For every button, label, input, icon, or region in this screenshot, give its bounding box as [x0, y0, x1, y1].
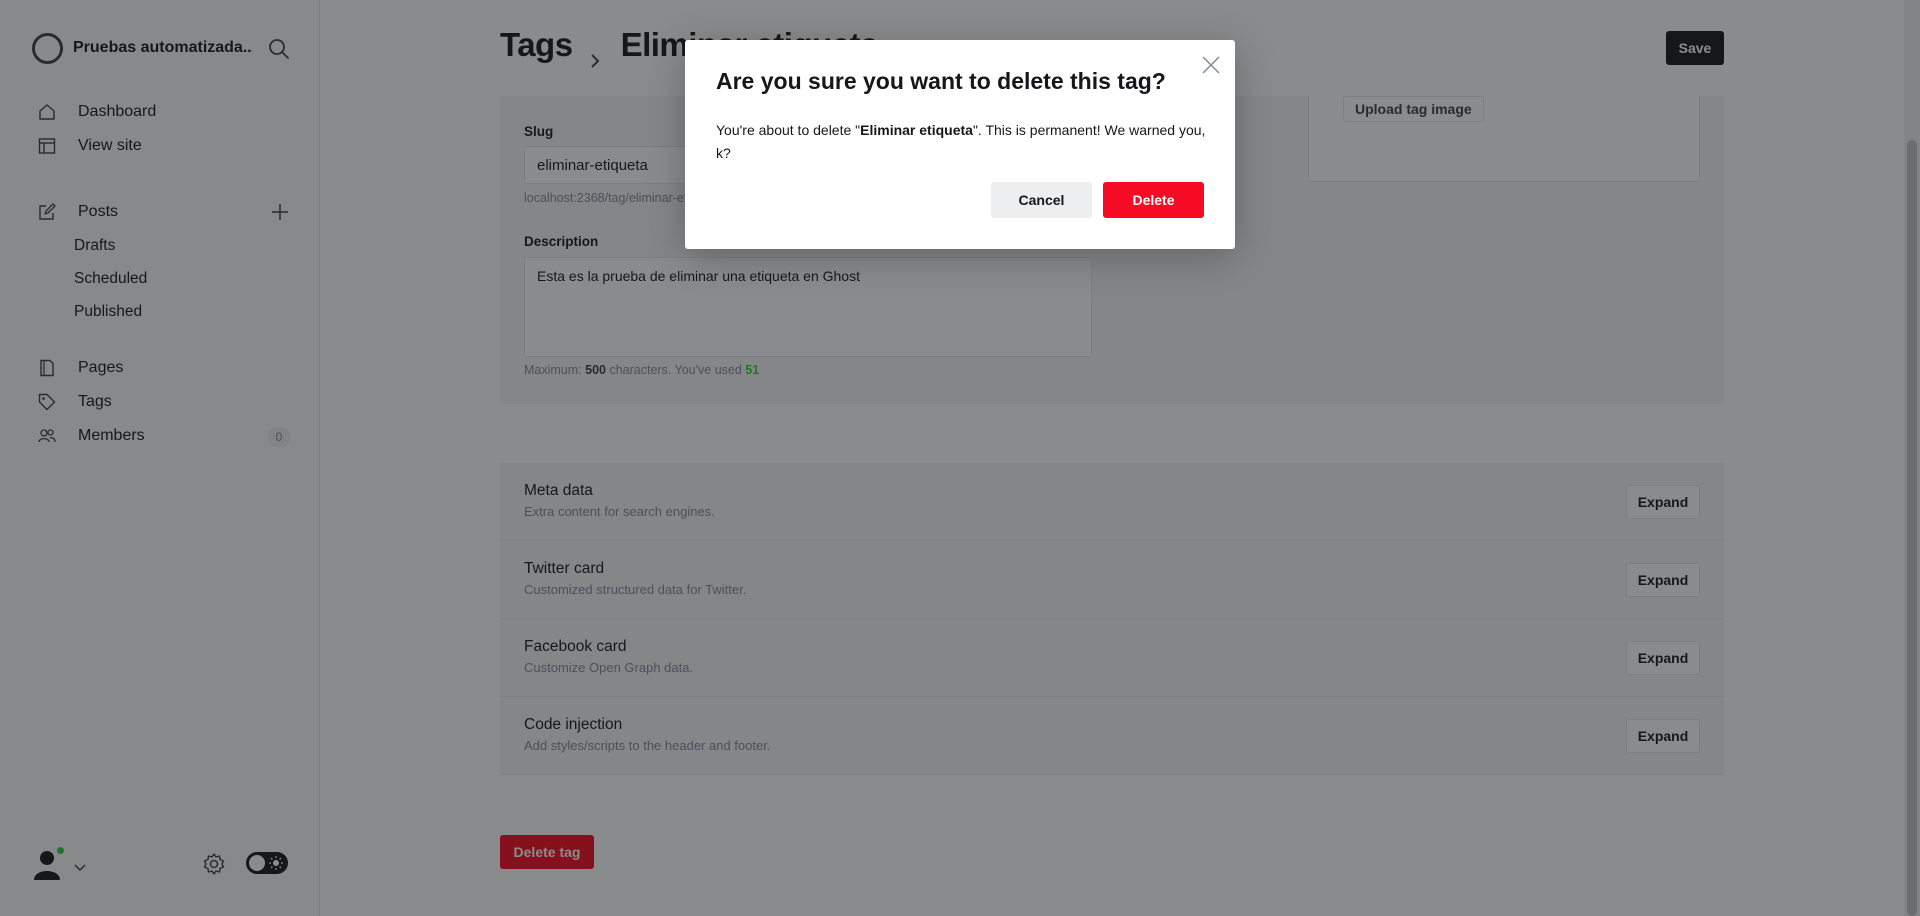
- delete-confirm-modal: Are you sure you want to delete this tag…: [685, 40, 1235, 249]
- modal-body: You're about to delete "Eliminar etiquet…: [716, 119, 1206, 165]
- modal-body-tag: Eliminar etiqueta: [860, 122, 973, 138]
- modal-body-prefix: You're about to delete ": [716, 122, 861, 138]
- modal-title: Are you sure you want to delete this tag…: [716, 68, 1166, 94]
- close-icon[interactable]: [1201, 55, 1221, 75]
- confirm-delete-button[interactable]: Delete: [1103, 182, 1204, 218]
- cancel-button[interactable]: Cancel: [991, 182, 1092, 218]
